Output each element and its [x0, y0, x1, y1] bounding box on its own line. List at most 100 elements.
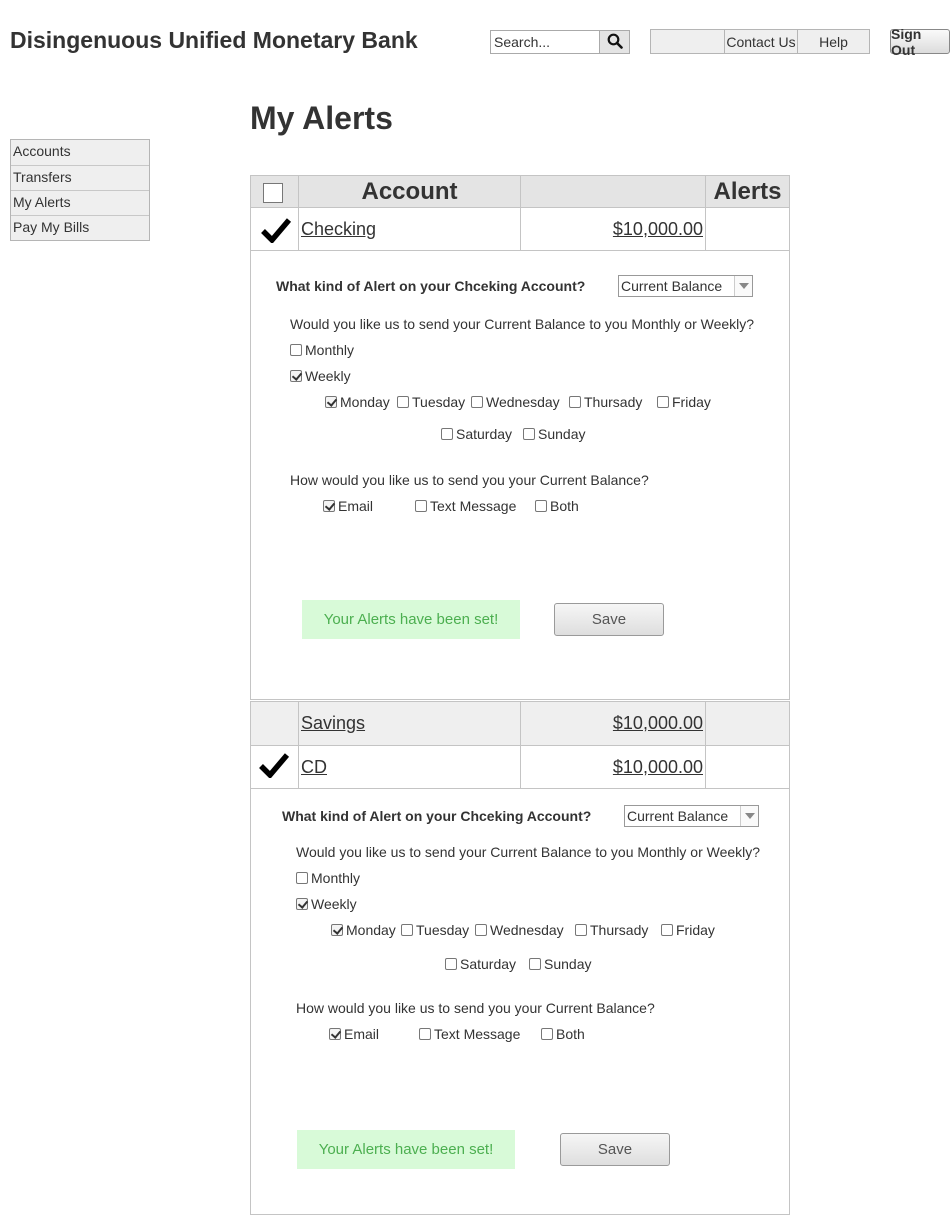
sidebar-item-my-alerts[interactable]: My Alerts: [11, 190, 149, 215]
sidebar: Accounts Transfers My Alerts Pay My Bill…: [10, 139, 150, 241]
sunday-checkbox[interactable]: [523, 428, 535, 440]
alerts-header: Alerts: [705, 175, 790, 208]
monthly-checkbox[interactable]: [290, 344, 302, 356]
checkmark-icon: [261, 217, 292, 246]
weekly-checkbox[interactable]: [296, 898, 308, 910]
saturday-option[interactable]: Saturday: [445, 956, 516, 972]
saturday-label: Saturday: [456, 426, 513, 442]
chevron-down-icon: [734, 276, 752, 296]
alerts-set-message: Your Alerts have been set!: [297, 1130, 515, 1169]
table-row-cd-select[interactable]: [250, 745, 299, 789]
wednesday-option[interactable]: Wednesday: [475, 922, 564, 938]
both-option[interactable]: Both: [535, 498, 579, 514]
monthly-label: Monthly: [305, 342, 355, 358]
sign-out-button[interactable]: Sign Out: [890, 26, 950, 58]
email-option[interactable]: Email: [323, 498, 373, 514]
friday-checkbox[interactable]: [657, 396, 669, 408]
alerts-set-message: Your Alerts have been set!: [302, 600, 520, 639]
search-button[interactable]: [599, 31, 629, 53]
email-checkbox[interactable]: [329, 1028, 341, 1040]
wednesday-checkbox[interactable]: [475, 924, 487, 936]
email-option[interactable]: Email: [329, 1026, 379, 1042]
sunday-label: Sunday: [538, 426, 586, 442]
table-row-checking-amount: $10,000.00: [520, 207, 706, 251]
balance-link-checking[interactable]: $10,000.00: [613, 219, 703, 240]
thursday-checkbox[interactable]: [575, 924, 587, 936]
saturday-checkbox[interactable]: [445, 958, 457, 970]
thursday-checkbox[interactable]: [569, 396, 581, 408]
monthly-option[interactable]: Monthly: [290, 342, 354, 358]
tuesday-option[interactable]: Tuesday: [401, 922, 469, 938]
friday-checkbox[interactable]: [661, 924, 673, 936]
sidebar-item-accounts[interactable]: Accounts: [11, 140, 149, 165]
saturday-option[interactable]: Saturday: [441, 426, 512, 442]
weekly-option[interactable]: Weekly: [296, 896, 357, 912]
top-nav-blank-item[interactable]: [651, 30, 724, 53]
wednesday-label: Wednesday: [486, 394, 560, 410]
wednesday-checkbox[interactable]: [471, 396, 483, 408]
table-row-savings-select[interactable]: [250, 701, 299, 746]
weekly-option[interactable]: Weekly: [290, 368, 351, 384]
both-option[interactable]: Both: [541, 1026, 585, 1042]
frequency-question: Would you like us to send your Current B…: [290, 316, 755, 332]
thursday-option[interactable]: Thursady: [575, 922, 648, 938]
tuesday-label: Tuesday: [416, 922, 470, 938]
table-row-checking-alerts: [705, 207, 790, 251]
sidebar-item-transfers[interactable]: Transfers: [11, 165, 149, 190]
both-label: Both: [556, 1026, 585, 1042]
sunday-option[interactable]: Sunday: [523, 426, 585, 442]
sunday-checkbox[interactable]: [529, 958, 541, 970]
tuesday-option[interactable]: Tuesday: [397, 394, 465, 410]
monthly-option[interactable]: Monthly: [296, 870, 360, 886]
email-checkbox[interactable]: [323, 500, 335, 512]
select-all-checkbox[interactable]: [263, 183, 283, 203]
both-checkbox[interactable]: [535, 500, 547, 512]
checkmark-icon: [259, 752, 290, 781]
sunday-label: Sunday: [544, 956, 592, 972]
weekly-checkbox[interactable]: [290, 370, 302, 382]
email-label: Email: [344, 1026, 380, 1042]
sunday-option[interactable]: Sunday: [529, 956, 591, 972]
table-row-checking-select[interactable]: [250, 207, 299, 251]
wednesday-option[interactable]: Wednesday: [471, 394, 560, 410]
account-link-savings[interactable]: Savings: [301, 713, 365, 734]
wednesday-label: Wednesday: [490, 922, 564, 938]
alert-type-select[interactable]: Current Balance: [618, 275, 753, 297]
thursday-option[interactable]: Thursady: [569, 394, 642, 410]
account-link-cd[interactable]: CD: [301, 757, 327, 778]
both-checkbox[interactable]: [541, 1028, 553, 1040]
monday-checkbox[interactable]: [331, 924, 343, 936]
text-message-label: Text Message: [434, 1026, 521, 1042]
monthly-checkbox[interactable]: [296, 872, 308, 884]
help-link[interactable]: Help: [797, 30, 869, 53]
tuesday-checkbox[interactable]: [401, 924, 413, 936]
monday-label: Monday: [346, 922, 396, 938]
top-nav: Contact Us Help: [650, 29, 870, 54]
balance-link-savings[interactable]: $10,000.00: [613, 713, 703, 734]
save-button[interactable]: Save: [560, 1133, 670, 1166]
search-input[interactable]: [491, 31, 601, 53]
text-message-option[interactable]: Text Message: [419, 1026, 520, 1042]
monday-checkbox[interactable]: [325, 396, 337, 408]
monday-option[interactable]: Monday: [331, 922, 396, 938]
saturday-checkbox[interactable]: [441, 428, 453, 440]
account-link-checking[interactable]: Checking: [301, 219, 376, 240]
text-message-checkbox[interactable]: [415, 500, 427, 512]
text-message-checkbox[interactable]: [419, 1028, 431, 1040]
monday-option[interactable]: Monday: [325, 394, 390, 410]
alert-type-select[interactable]: Current Balance: [624, 805, 759, 827]
balance-link-cd[interactable]: $10,000.00: [613, 757, 703, 778]
table-row-cd-alerts: [705, 745, 790, 789]
alert-kind-question: What kind of Alert on your Chceking Acco…: [282, 808, 592, 824]
sidebar-item-pay-my-bills[interactable]: Pay My Bills: [11, 215, 149, 240]
email-label: Email: [338, 498, 374, 514]
save-button[interactable]: Save: [554, 603, 664, 636]
table-row-checking-name: Checking: [298, 207, 521, 251]
friday-option[interactable]: Friday: [657, 394, 711, 410]
thursday-label: Thursady: [590, 922, 649, 938]
friday-option[interactable]: Friday: [661, 922, 715, 938]
tuesday-checkbox[interactable]: [397, 396, 409, 408]
contact-us-link[interactable]: Contact Us: [724, 30, 797, 53]
thursday-label: Thursady: [584, 394, 643, 410]
text-message-option[interactable]: Text Message: [415, 498, 516, 514]
